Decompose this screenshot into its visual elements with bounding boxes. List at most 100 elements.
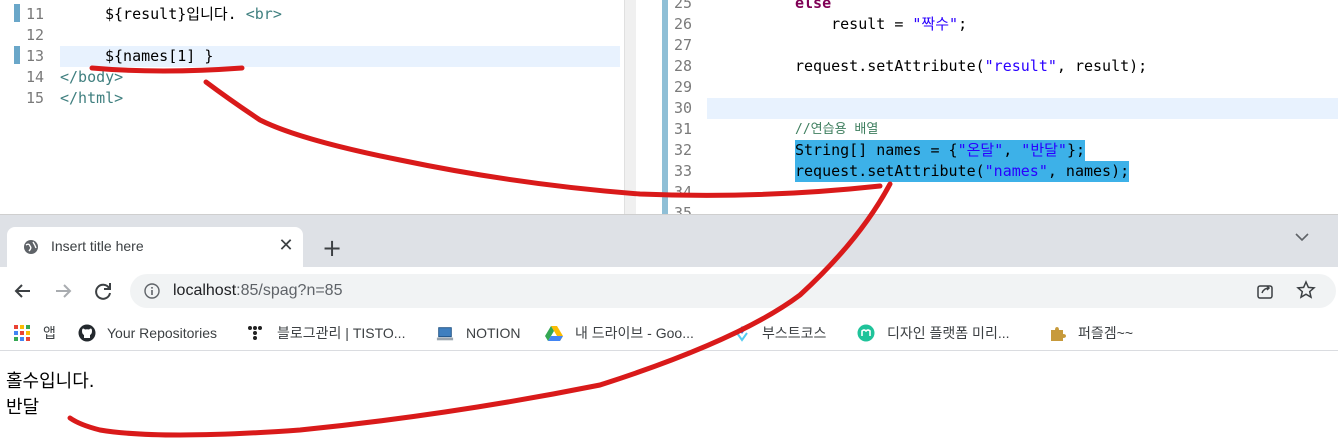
java-editor[interactable]: 25 else 26 result = "짝수"; 27 28 request.… <box>640 0 1338 214</box>
bookmark-google-drive[interactable]: 내 드라이브 - Goo... <box>545 321 715 345</box>
line-number: 12 <box>26 26 45 44</box>
share-icon[interactable] <box>1256 282 1274 300</box>
code-line-33: 33 request.setAttribute("names", names); <box>640 161 1338 182</box>
bookmark-notion[interactable]: NOTION <box>436 321 526 345</box>
reload-icon[interactable] <box>89 277 117 305</box>
url-path: :85/spag?n=85 <box>236 282 343 299</box>
names-output-text: 반달 <box>6 397 40 418</box>
bookmark-tistory[interactable]: 블로그관리 | TISTO... <box>246 321 421 345</box>
bookmark-label: 내 드라이브 - Goo... <box>575 325 694 341</box>
code-text: request.setAttribute( <box>795 162 985 180</box>
code-line-27: 27 <box>640 35 1338 56</box>
code-text: } <box>195 47 214 65</box>
bookmark-puzzle[interactable]: 퍼즐겜~~ <box>1049 321 1149 345</box>
page-content: 홀수입니다. 반달 <box>0 352 1338 442</box>
bookmark-label: 부스트코스 <box>762 325 827 341</box>
code-string: "반달" <box>1021 141 1067 159</box>
code-line-29: 29 <box>640 77 1338 98</box>
line-number: 28 <box>674 57 693 75</box>
chevron-down-icon[interactable] <box>1290 225 1314 249</box>
code-string: "names" <box>984 162 1048 180</box>
line-number: 33 <box>674 162 693 180</box>
jsp-editor[interactable]: 11 ${result}입니다. <br> 12 13 ${names[1] }… <box>0 0 640 214</box>
code-keyword: else <box>795 0 832 12</box>
code-string: "짝수" <box>912 15 959 33</box>
bookmark-miricanvas[interactable]: 디자인 플랫폼 미리... <box>857 321 1032 345</box>
code-line-12: 12 <box>0 25 640 46</box>
code-line-15: 15 </html> <box>0 88 640 109</box>
code-text: ; <box>958 15 968 33</box>
line-number: 13 <box>26 47 45 65</box>
code-line-34: 34 <box>640 182 1338 203</box>
code-line-25: 25 else <box>640 0 1338 14</box>
browser-toolbar: localhost:85/spag?n=85 <box>0 267 1338 315</box>
url-text[interactable]: localhost:85/spag?n=85 <box>173 282 342 300</box>
code-string: "result" <box>984 57 1057 75</box>
line-number: 31 <box>674 120 693 138</box>
tistory-icon <box>248 326 262 340</box>
code-text: , result); <box>1056 57 1148 75</box>
tab-strip: Insert title here ✕ + <box>0 215 1338 267</box>
code-line-31: 31 //연습용 배열 <box>640 119 1338 140</box>
code-line-26: 26 result = "짝수"; <box>640 14 1338 35</box>
line-number: 27 <box>674 36 693 54</box>
github-icon <box>78 324 96 342</box>
code-text: }; <box>1066 141 1086 159</box>
line-number: 25 <box>674 0 693 12</box>
line-number: 35 <box>674 204 693 214</box>
code-text: , <box>1003 141 1022 159</box>
screenshot-root: 11 ${result}입니다. <br> 12 13 ${names[1] }… <box>0 0 1338 442</box>
back-arrow-icon[interactable] <box>9 277 37 305</box>
code-text: ${result}입니다. <box>105 5 246 23</box>
bookmark-label: 디자인 플랫폼 미리... <box>887 325 1010 341</box>
new-tab-button[interactable]: + <box>318 235 346 263</box>
info-icon[interactable] <box>144 283 160 299</box>
boostcourse-icon <box>736 326 748 342</box>
browser-window: Insert title here ✕ + localhost:85/spag?… <box>0 214 1338 442</box>
code-tag: <br> <box>245 5 282 23</box>
code-text: , names); <box>1047 162 1130 180</box>
miricanvas-icon <box>857 324 875 342</box>
code-line-11: 11 ${result}입니다. <br> <box>0 4 640 25</box>
google-drive-icon <box>545 326 563 341</box>
forward-arrow-icon[interactable] <box>49 277 77 305</box>
puzzle-icon <box>1051 327 1066 341</box>
bookmarks-bar: 앱 Your Repositories 블로그관리 | TISTO... NOT… <box>0 315 1338 351</box>
code-text: result = <box>795 15 913 33</box>
line-number: 30 <box>674 99 693 117</box>
line-number: 11 <box>26 5 45 23</box>
bookmark-boostcourse[interactable]: 부스트코스 <box>733 321 843 345</box>
code-text: request.setAttribute( <box>795 57 985 75</box>
close-icon[interactable]: ✕ <box>275 235 297 257</box>
bookmark-apps[interactable]: 앱 <box>13 321 63 345</box>
bookmark-label: Your Repositories <box>107 325 217 341</box>
code-text: ${names[1] <box>105 47 196 65</box>
laptop-icon <box>436 327 454 341</box>
code-tag: </body> <box>60 68 124 86</box>
browser-tab[interactable]: Insert title here ✕ <box>7 227 303 267</box>
code-line-28: 28 request.setAttribute("result", result… <box>640 56 1338 77</box>
code-line-14: 14 </body> <box>0 67 640 88</box>
selected-code: request.setAttribute("names", names); <box>795 161 1130 182</box>
url-host: localhost <box>173 282 237 299</box>
bookmark-label: 앱 <box>43 325 56 341</box>
apps-grid-icon <box>14 325 30 341</box>
code-text: String[] names = { <box>795 141 958 159</box>
tab-title: Insert title here <box>51 238 144 254</box>
editor-scrollbar[interactable] <box>624 0 636 214</box>
line-number: 34 <box>674 183 693 201</box>
address-bar[interactable]: localhost:85/spag?n=85 <box>130 274 1336 308</box>
line-number: 26 <box>674 15 693 33</box>
selected-code: String[] names = {"온달", "반달"}; <box>795 140 1086 161</box>
bookmark-label: 블로그관리 | TISTO... <box>277 325 406 341</box>
line-number: 29 <box>674 78 693 96</box>
result-text: 홀수입니다. <box>6 371 95 392</box>
bookmark-github[interactable]: Your Repositories <box>78 321 230 345</box>
code-line-35: 35 <box>640 203 1338 214</box>
code-line-13: 13 ${names[1] } <box>0 46 640 67</box>
bookmark-label: NOTION <box>466 325 521 341</box>
code-tag: </html> <box>60 89 124 107</box>
star-icon[interactable] <box>1296 280 1316 300</box>
code-line-32: 32 String[] names = {"온달", "반달"}; <box>640 140 1338 161</box>
bookmark-label: 퍼즐겜~~ <box>1078 325 1133 341</box>
